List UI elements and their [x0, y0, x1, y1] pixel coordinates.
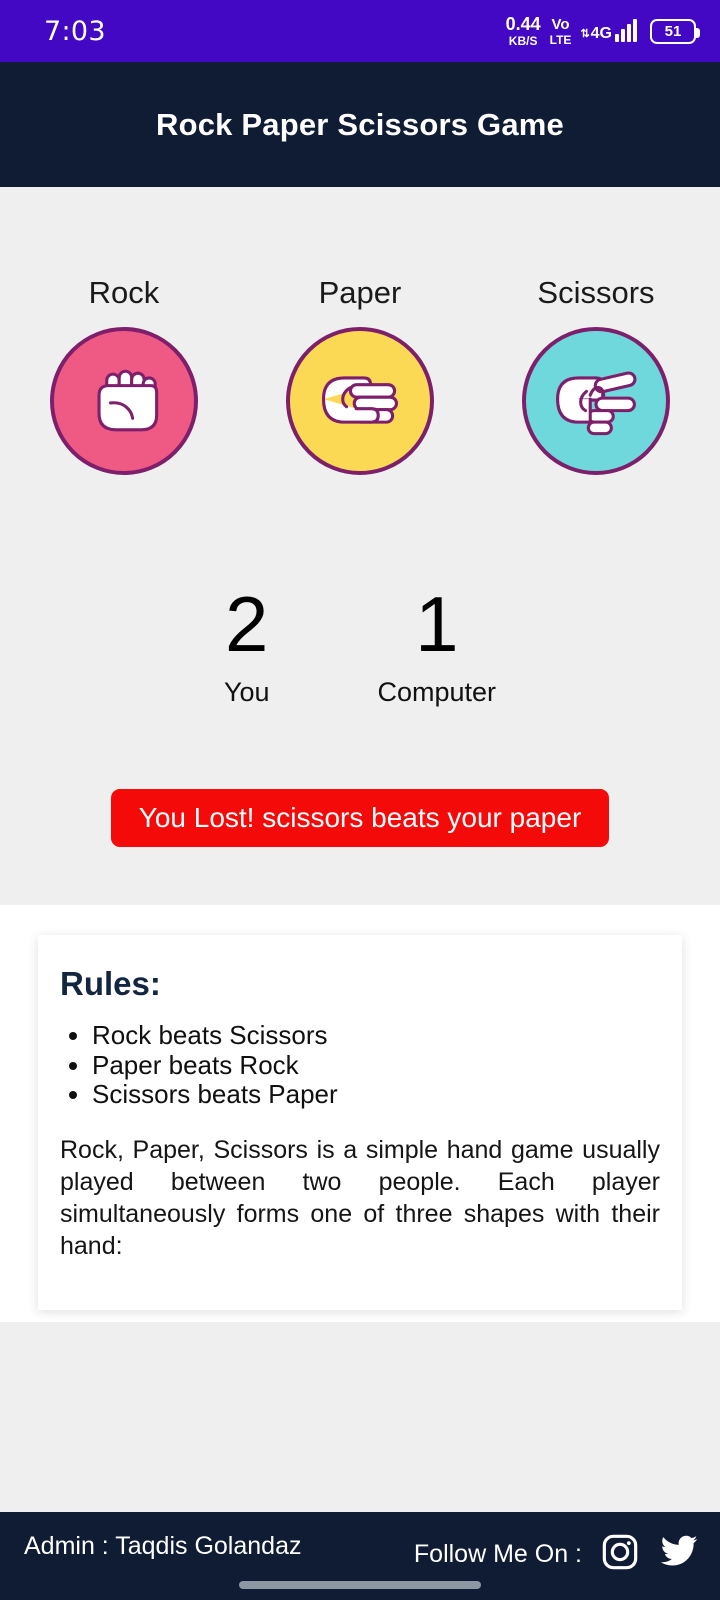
signal-indicator: ⇅ 4G [580, 19, 637, 42]
choice-paper-label: Paper [318, 275, 402, 310]
rules-list-item: Scissors beats Paper [92, 1080, 660, 1110]
result-banner: You Lost! scissors beats your paper [110, 789, 610, 847]
choice-list: Rock Paper Scissors [0, 275, 720, 475]
result-container: You Lost! scissors beats your paper [0, 789, 720, 847]
page-title: Rock Paper Scissors Game [155, 106, 564, 142]
choice-scissors[interactable]: Scissors [522, 275, 670, 475]
network-speed-indicator: 0.44 KB/S [506, 15, 541, 47]
choice-scissors-label: Scissors [537, 275, 655, 310]
volte-bottom-label: LTE [549, 32, 572, 47]
rules-list-item: Paper beats Rock [92, 1050, 660, 1081]
app-footer: Admin : Taqdis Golandaz Follow Me On : [0, 1512, 720, 1600]
game-area: Rock Paper Scissors 2 You 1 Computer You… [0, 187, 720, 905]
footer-follow-label: Follow Me On : [413, 1540, 582, 1568]
footer-admin-label: Admin : Taqdis Golandaz [24, 1532, 302, 1560]
flat-hand-icon [312, 353, 408, 449]
volte-icon: Vo LTE [550, 17, 572, 46]
volte-top-label: Vo [551, 15, 570, 33]
score-computer-label: Computer [377, 677, 497, 708]
data-transfer-arrows-icon: ⇅ [580, 28, 590, 40]
instagram-icon[interactable] [600, 1532, 640, 1577]
gesture-nav-bar[interactable] [239, 1581, 481, 1589]
app-root: 7:03 0.44 KB/S Vo LTE ⇅ 4G 51 Rock Paper… [0, 0, 720, 1600]
choice-rock-button[interactable] [50, 327, 198, 475]
choice-paper[interactable]: Paper [286, 275, 434, 475]
footer-social-group: Follow Me On : [414, 1532, 700, 1577]
rules-description: Rock, Paper, Scissors is a simple hand g… [60, 1135, 660, 1260]
choice-paper-button[interactable] [286, 327, 434, 475]
network-type-icon: ⇅ 4G [580, 26, 612, 42]
rules-section: Rules: Rock beats Scissors Paper beats R… [0, 905, 720, 1322]
choice-scissors-button[interactable] [522, 327, 670, 475]
score-you-label: You [223, 677, 270, 708]
network-speed-value: 0.44 [505, 14, 541, 34]
scoreboard: 2 You 1 Computer [0, 580, 720, 708]
fist-hand-icon [76, 353, 172, 449]
status-bar-indicators: 0.44 KB/S Vo LTE ⇅ 4G 51 [506, 15, 700, 47]
battery-icon: 51 [650, 18, 700, 44]
score-computer-value: 1 [415, 580, 459, 668]
network-type-label: 4G [590, 25, 612, 42]
status-bar: 7:03 0.44 KB/S Vo LTE ⇅ 4G 51 [0, 0, 720, 62]
choice-rock-label: Rock [88, 275, 160, 310]
rules-title: Rules: [60, 965, 161, 1002]
app-header: Rock Paper Scissors Game [0, 62, 720, 187]
rules-card: Rules: Rock beats Scissors Paper beats R… [38, 935, 682, 1310]
signal-bars-icon [615, 19, 637, 42]
status-bar-clock: 7:03 [44, 15, 106, 47]
score-computer: 1 Computer [377, 580, 497, 708]
score-you-value: 2 [225, 580, 269, 668]
spacer-area [0, 1322, 720, 1512]
rules-list: Rock beats Scissors Paper beats Rock Sci… [92, 1020, 660, 1110]
choice-rock[interactable]: Rock [50, 275, 198, 475]
score-you: 2 You [223, 580, 270, 708]
two-finger-hand-icon [548, 353, 644, 449]
twitter-icon[interactable] [658, 1532, 700, 1577]
rules-list-item: Rock beats Scissors [92, 1020, 660, 1051]
network-speed-unit: KB/S [508, 34, 538, 48]
battery-level-label: 51 [664, 22, 682, 40]
